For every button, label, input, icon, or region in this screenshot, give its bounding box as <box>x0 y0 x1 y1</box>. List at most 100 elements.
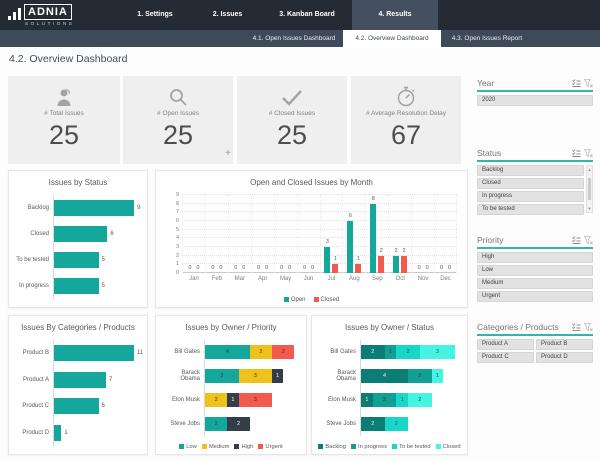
clear-filter-icon[interactable] <box>584 149 593 158</box>
x-tick-label: Nov <box>412 276 434 282</box>
column-bar-open <box>347 221 353 273</box>
data-label: 8 <box>372 196 375 202</box>
bar <box>54 278 99 294</box>
issues-by-owner-status-chart: Bill Gates2123Barack Obama421Elon Musk12… <box>316 340 461 436</box>
x-tick-label: Aug <box>343 276 365 282</box>
legend-swatch <box>392 444 397 449</box>
month-column: 00Nov <box>411 195 434 273</box>
legend-swatch <box>284 297 289 302</box>
multiselect-icon[interactable] <box>572 236 581 244</box>
data-label: 3 <box>326 239 329 245</box>
stack-segment-high: 1 <box>272 369 283 383</box>
bar-row: Elon Musk213 <box>160 388 300 412</box>
chart-title: Open and Closed Issues by Month <box>156 171 467 187</box>
category-label: Product C <box>13 403 53 409</box>
legend-item: Low <box>179 444 197 450</box>
category-label: Product D <box>13 430 53 436</box>
slicer-scrollbar[interactable]: ▲▼ <box>586 165 593 213</box>
category-label: Bill Gates <box>160 349 204 355</box>
clear-filter-icon[interactable] <box>584 236 593 245</box>
slicer-title: Categories / Products <box>477 322 569 332</box>
chart-legend: BacklogIn progressTo be testedClosed <box>312 444 467 450</box>
month-column: 00Feb <box>205 195 228 273</box>
slicer-items: BacklogClosedIn progressTo be tested▲▼ <box>477 165 593 215</box>
slicer-item-product-b[interactable]: Product B <box>536 339 593 350</box>
month-column: 22Oct <box>388 195 411 273</box>
stack-segment-to-be-tested: 2 <box>396 345 420 359</box>
data-label: 0 <box>418 265 421 271</box>
data-label: 0 <box>288 265 291 271</box>
panel-issues-by-categories: Issues By Categories / Products Product … <box>8 315 148 455</box>
stack-segment-to-be-tested: 2 <box>385 417 409 431</box>
tab-results[interactable]: 4. Results <box>352 0 438 30</box>
slicer-item-low[interactable]: Low <box>477 265 593 276</box>
data-label: 2 <box>403 248 406 254</box>
data-label: 6 <box>349 213 352 219</box>
data-label: 1 <box>334 256 337 262</box>
category-label: Barack Obama <box>160 370 204 382</box>
kpi-closed-issues: # Closed Issues 25 <box>237 76 347 164</box>
kpi-open-issues: # Open Issues 25 <box>123 76 233 164</box>
chart-title: Issues By Categories / Products <box>9 316 147 332</box>
slicer-item-in-progress[interactable]: In progress <box>477 191 584 202</box>
slicer-item-medium[interactable]: Medium <box>477 278 593 289</box>
slicer-item-product-a[interactable]: Product A <box>477 339 534 350</box>
slicer-item-product-d[interactable]: Product D <box>536 352 593 363</box>
category-label: Backlog <box>13 205 53 211</box>
data-label: 0 <box>211 265 214 271</box>
clear-filter-icon[interactable] <box>584 79 593 88</box>
bar-row: Steve Jobs22 <box>316 412 461 436</box>
stack-segment-in-progress: 2 <box>373 393 397 407</box>
scroll-down-arrow[interactable]: ▼ <box>587 206 592 211</box>
subtab-open-issues-report[interactable]: 4.3. Open Issues Report <box>441 30 533 47</box>
slicer-item-to-be-tested[interactable]: To be tested <box>477 204 584 215</box>
category-label: Product B <box>13 350 53 356</box>
multiselect-icon[interactable] <box>572 149 581 157</box>
month-column: 00Jan <box>182 195 205 273</box>
legend-swatch <box>314 297 319 302</box>
tab-kanban-board[interactable]: 3. Kanban Board <box>268 0 346 30</box>
data-label: 2 <box>395 248 398 254</box>
subtab-open-issues-dashboard[interactable]: 4.1. Open Issues Dashboard <box>245 30 343 47</box>
stack-segment-backlog: 2 <box>361 417 385 431</box>
value-label: 11 <box>134 350 143 356</box>
tab-settings[interactable]: 1. Settings <box>125 0 185 30</box>
kpi-value: 25 <box>8 120 120 151</box>
chart-legend: LowMediumHighUrgent <box>156 444 306 450</box>
stack-segment-closed: 2 <box>408 393 432 407</box>
multiselect-icon[interactable] <box>572 323 581 331</box>
value-label: 9 <box>134 205 140 211</box>
month-column: 00May <box>274 195 297 273</box>
column-bar-closed <box>332 264 338 273</box>
data-label: 0 <box>188 265 191 271</box>
slicer-item-closed[interactable]: Closed <box>477 178 584 189</box>
subtab-overview-dashboard[interactable]: 4.2. Overview Dashboard <box>343 30 441 47</box>
value-label: 7 <box>106 377 112 383</box>
category-label: Elon Musk <box>316 397 360 403</box>
multiselect-icon[interactable] <box>572 79 581 87</box>
tab-issues[interactable]: 2. Issues <box>200 0 255 30</box>
value-label: 5 <box>99 283 105 289</box>
panel-issues-by-status: Issues by Status Backlog9Closed6To be te… <box>8 170 148 308</box>
slicer-title: Priority <box>477 235 569 245</box>
month-column: 61Aug <box>342 195 365 273</box>
month-column: 00Mar <box>228 195 251 273</box>
magnifier-icon <box>123 85 233 109</box>
column-bar-closed <box>378 256 384 273</box>
slicer-item-product-c[interactable]: Product C <box>477 352 534 363</box>
slicer-item-2020[interactable]: 2020 <box>477 95 593 106</box>
category-label: Closed <box>13 231 53 237</box>
slicer-item-backlog[interactable]: Backlog <box>477 165 584 176</box>
slicer-item-high[interactable]: High <box>477 252 593 263</box>
category-label: Product A <box>13 377 53 383</box>
clear-filter-icon[interactable] <box>584 323 593 332</box>
bar-row: Bill Gates2123 <box>316 340 461 364</box>
legend-item: Closed <box>314 297 340 303</box>
chart-legend: OpenClosed <box>156 297 467 303</box>
y-tick-label: 9 <box>176 192 179 198</box>
scroll-up-arrow[interactable]: ▲ <box>587 167 592 172</box>
stack-segment-medium: 2 <box>205 393 227 407</box>
category-label: In progress <box>13 283 53 289</box>
slicer-item-urgent[interactable]: Urgent <box>477 291 593 302</box>
scroll-thumb[interactable] <box>588 178 591 200</box>
